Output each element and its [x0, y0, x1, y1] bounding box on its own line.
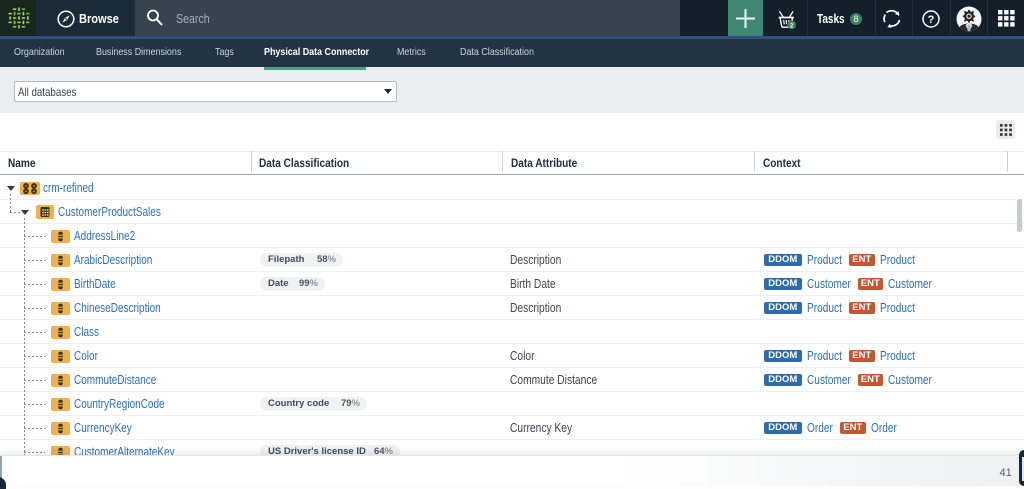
- svg-text:2: 2: [789, 22, 793, 29]
- svg-text:?: ?: [928, 14, 935, 26]
